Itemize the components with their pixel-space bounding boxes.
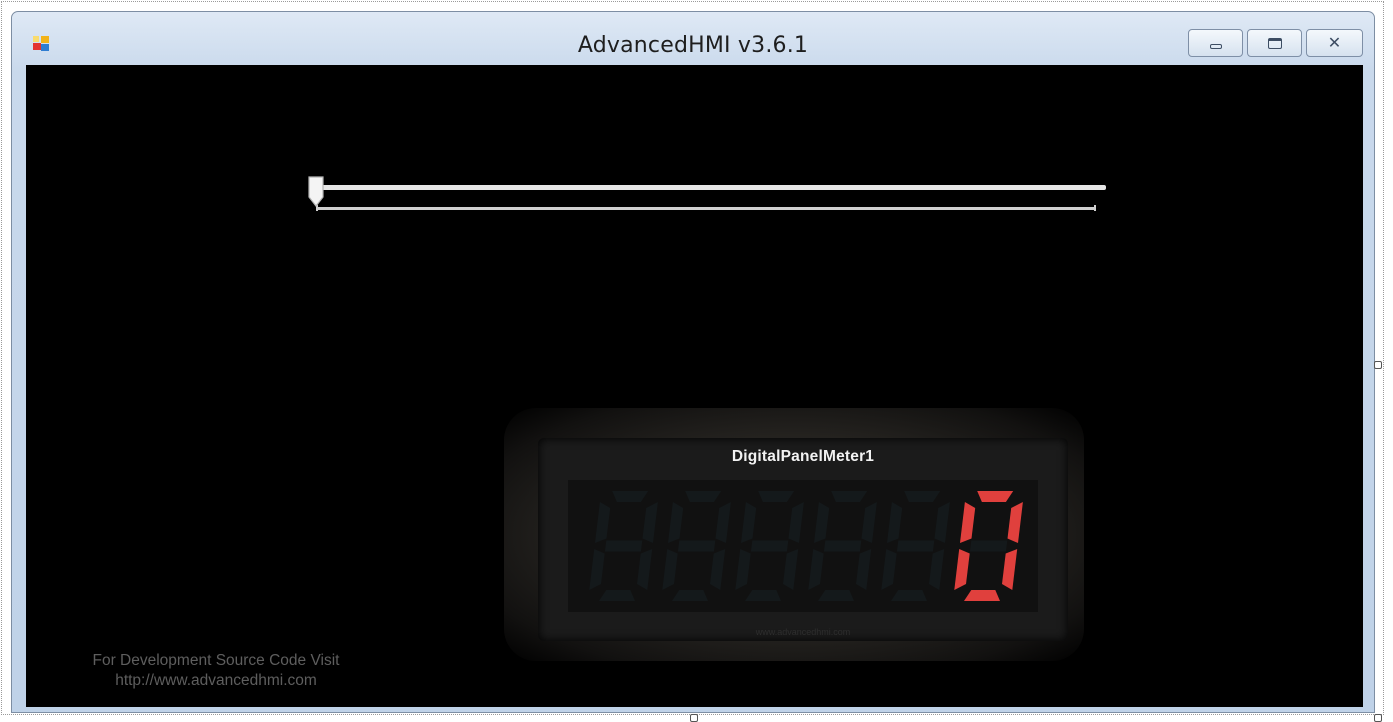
digit-3-segment-b [788, 502, 804, 543]
resize-handle-right[interactable] [1374, 361, 1382, 369]
digit-4-segment-c [856, 549, 872, 590]
digit-1-segment-f [595, 502, 611, 543]
digit-6-segment-g [969, 540, 1008, 552]
digit-1-segment-b [642, 502, 658, 543]
digit-4-segment-g [823, 540, 862, 552]
dev-note-url: http://www.advancedhmi.com [115, 672, 317, 689]
minimize-icon [1209, 43, 1222, 49]
digit-1-segment-d [599, 590, 635, 601]
meter-display [568, 480, 1038, 612]
digit-4-segment-e [808, 549, 824, 590]
digit-5-segment-g [896, 540, 935, 552]
digit-6-segment-c [1002, 549, 1018, 590]
meter-title: DigitalPanelMeter1 [731, 448, 875, 465]
digit-3-segment-d [745, 590, 781, 601]
slider-thumb[interactable] [307, 175, 325, 207]
slider-tick-bar [316, 205, 1096, 211]
maximize-icon [1267, 37, 1282, 49]
meter-face: DigitalPanelMeter1 www.advancedhmi.com [538, 438, 1068, 641]
resize-handle-corner[interactable] [1374, 714, 1382, 722]
digit-4-segment-f [814, 502, 830, 543]
digit-2-segment-e [662, 549, 678, 590]
dev-note-line1: For Development Source Code Visit [92, 652, 340, 669]
digit-1-segment-g [604, 540, 643, 552]
digit-5-segment-e [881, 549, 897, 590]
digit-3-segment-g [750, 540, 789, 552]
digit-6-segment-d [964, 590, 1000, 601]
dev-source-note: For Development Source Code Visit http:/… [56, 651, 376, 691]
digit-1-segment-e [589, 549, 605, 590]
main-window: AdvancedHMI v3.6.1 ✕ DigitalPanelMeter1 … [11, 11, 1375, 713]
digit-5-segment-a [904, 491, 941, 502]
digit-2-segment-c [710, 549, 726, 590]
minimize-button[interactable] [1188, 29, 1243, 57]
digit-4-segment-b [861, 502, 877, 543]
digit-2-segment-b [715, 502, 731, 543]
digit-6-segment-e [954, 549, 970, 590]
digit-1-segment-a [612, 491, 649, 502]
digit-5-segment-b [934, 502, 950, 543]
digit-5-segment-d [891, 590, 927, 601]
digit-4-segment-d [818, 590, 854, 601]
digit-3-segment-e [735, 549, 751, 590]
digit-5-segment-c [929, 549, 945, 590]
digit-2-segment-g [677, 540, 716, 552]
digit-6-segment-f [960, 502, 976, 543]
title-bar[interactable]: AdvancedHMI v3.6.1 ✕ [12, 12, 1374, 64]
digital-panel-meter[interactable]: DigitalPanelMeter1 www.advancedhmi.com [504, 408, 1084, 661]
digit-5-segment-f [887, 502, 903, 543]
close-icon: ✕ [1327, 33, 1342, 52]
digit-4-segment-a [831, 491, 868, 502]
seven-segment-digits [589, 491, 1023, 601]
digit-3-segment-f [741, 502, 757, 543]
digit-6-segment-b [1007, 502, 1023, 543]
digit-3-segment-c [783, 549, 799, 590]
close-button[interactable]: ✕ [1306, 29, 1363, 57]
digit-3-segment-a [758, 491, 795, 502]
slider-track[interactable] [318, 185, 1106, 190]
digit-2-segment-a [685, 491, 722, 502]
maximize-button[interactable] [1247, 29, 1302, 57]
digit-6-segment-a [977, 491, 1014, 502]
window-title: AdvancedHMI v3.6.1 [577, 33, 809, 58]
resize-handle-bottom[interactable] [690, 714, 698, 722]
digit-1-segment-c [637, 549, 653, 590]
digit-2-segment-f [668, 502, 684, 543]
digit-2-segment-d [672, 590, 708, 601]
meter-watermark: www.advancedhmi.com [755, 627, 851, 637]
hmi-client-area: DigitalPanelMeter1 www.advancedhmi.com F… [26, 65, 1363, 707]
